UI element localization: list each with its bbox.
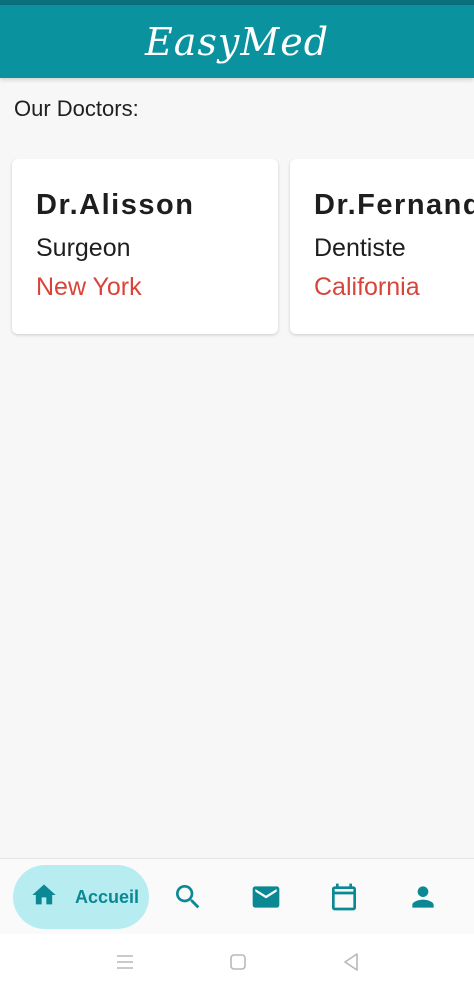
- doctor-specialty: Surgeon: [36, 234, 131, 262]
- app-bar: EasyMed: [0, 5, 474, 78]
- mail-icon: [250, 881, 282, 913]
- doctor-name: Dr.Alisson: [36, 189, 195, 221]
- doctor-name: Dr.Fernando: [314, 189, 474, 221]
- search-icon: [172, 881, 204, 913]
- bottom-navigation: Accueil: [0, 858, 474, 934]
- nav-item-calendar[interactable]: [328, 881, 360, 913]
- recent-apps-button[interactable]: [113, 950, 137, 974]
- doctor-specialty: Dentiste: [314, 234, 406, 262]
- app-title: EasyMed: [144, 19, 330, 64]
- doctor-city: New York: [36, 273, 142, 301]
- back-button[interactable]: [339, 950, 363, 974]
- doctor-card[interactable]: Dr.Fernando Dentiste California: [290, 159, 474, 334]
- doctor-carousel[interactable]: Dr.Alisson Surgeon New York Dr.Fernando …: [0, 159, 474, 339]
- nav-item-messages[interactable]: [250, 881, 282, 913]
- doctor-city: California: [314, 273, 420, 301]
- person-icon: [407, 881, 439, 913]
- nav-item-home[interactable]: Accueil: [13, 865, 149, 929]
- system-navigation-bar: [0, 934, 474, 991]
- home-button[interactable]: [226, 950, 250, 974]
- nav-item-profile[interactable]: [407, 881, 439, 913]
- menu-icon: [113, 950, 137, 974]
- doctor-card[interactable]: Dr.Alisson Surgeon New York: [12, 159, 278, 334]
- square-icon: [226, 950, 250, 974]
- calendar-icon: [328, 881, 360, 913]
- nav-item-search[interactable]: [172, 881, 204, 913]
- section-title: Our Doctors:: [14, 96, 139, 121]
- nav-item-label: Accueil: [75, 886, 140, 907]
- home-icon: [30, 881, 58, 914]
- back-triangle-icon: [339, 950, 363, 974]
